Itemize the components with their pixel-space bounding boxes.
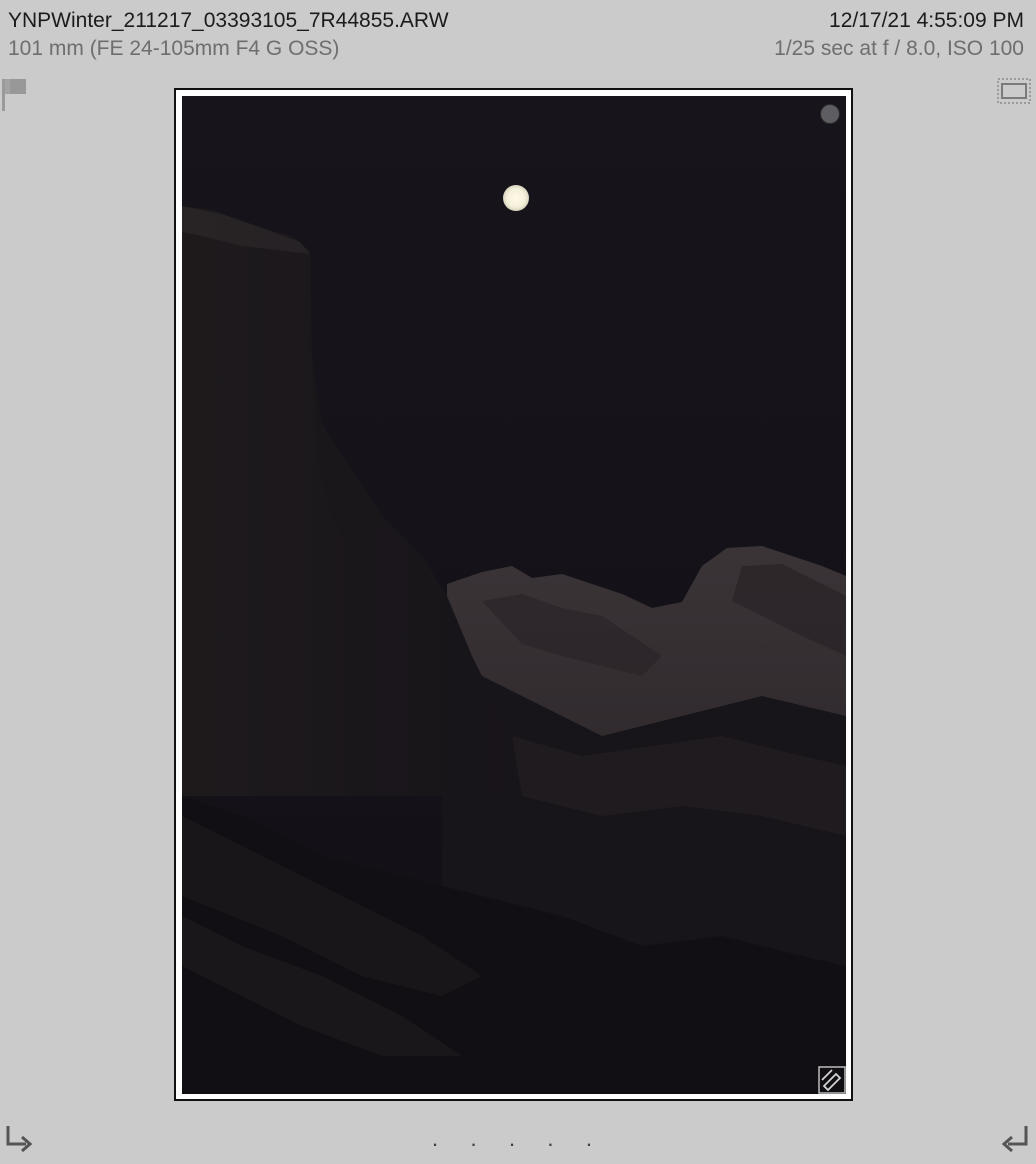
photo-filename: YNPWinter_211217_03393105_7R44855.ARW bbox=[8, 9, 449, 32]
flag-icon[interactable] bbox=[2, 79, 28, 111]
photo-exposure: 1/25 sec at f / 8.0, ISO 100 bbox=[774, 37, 1024, 60]
star-rating[interactable]: . . . . . bbox=[432, 1128, 592, 1150]
photo-lens: 101 mm (FE 24-105mm F4 G OSS) bbox=[8, 37, 340, 60]
rating-star-1[interactable]: . bbox=[432, 1128, 438, 1150]
edited-badge-icon[interactable] bbox=[818, 1066, 846, 1094]
metadata-primary-line: YNPWinter_211217_03393105_7R44855.ARW 12… bbox=[8, 9, 1024, 33]
metadata-secondary-line: 101 mm (FE 24-105mm F4 G OSS) 1/25 sec a… bbox=[8, 37, 1024, 61]
rotate-left-icon[interactable] bbox=[4, 1124, 34, 1158]
photo-capture-time: 12/17/21 4:55:09 PM bbox=[829, 9, 1024, 32]
aspect-ratio-icon[interactable] bbox=[997, 77, 1031, 105]
rating-star-3[interactable]: . bbox=[509, 1128, 515, 1150]
grid-photo-cell[interactable]: YNPWinter_211217_03393105_7R44855.ARW 12… bbox=[0, 0, 1036, 1164]
rating-star-2[interactable]: . bbox=[470, 1128, 476, 1150]
rating-star-4[interactable]: . bbox=[547, 1128, 553, 1150]
yosemite-night-image bbox=[182, 96, 846, 1094]
rotate-right-icon[interactable] bbox=[1000, 1124, 1030, 1158]
rating-star-5[interactable]: . bbox=[586, 1128, 592, 1150]
photo-thumbnail[interactable] bbox=[182, 96, 846, 1094]
pick-status-dot[interactable] bbox=[820, 104, 840, 124]
